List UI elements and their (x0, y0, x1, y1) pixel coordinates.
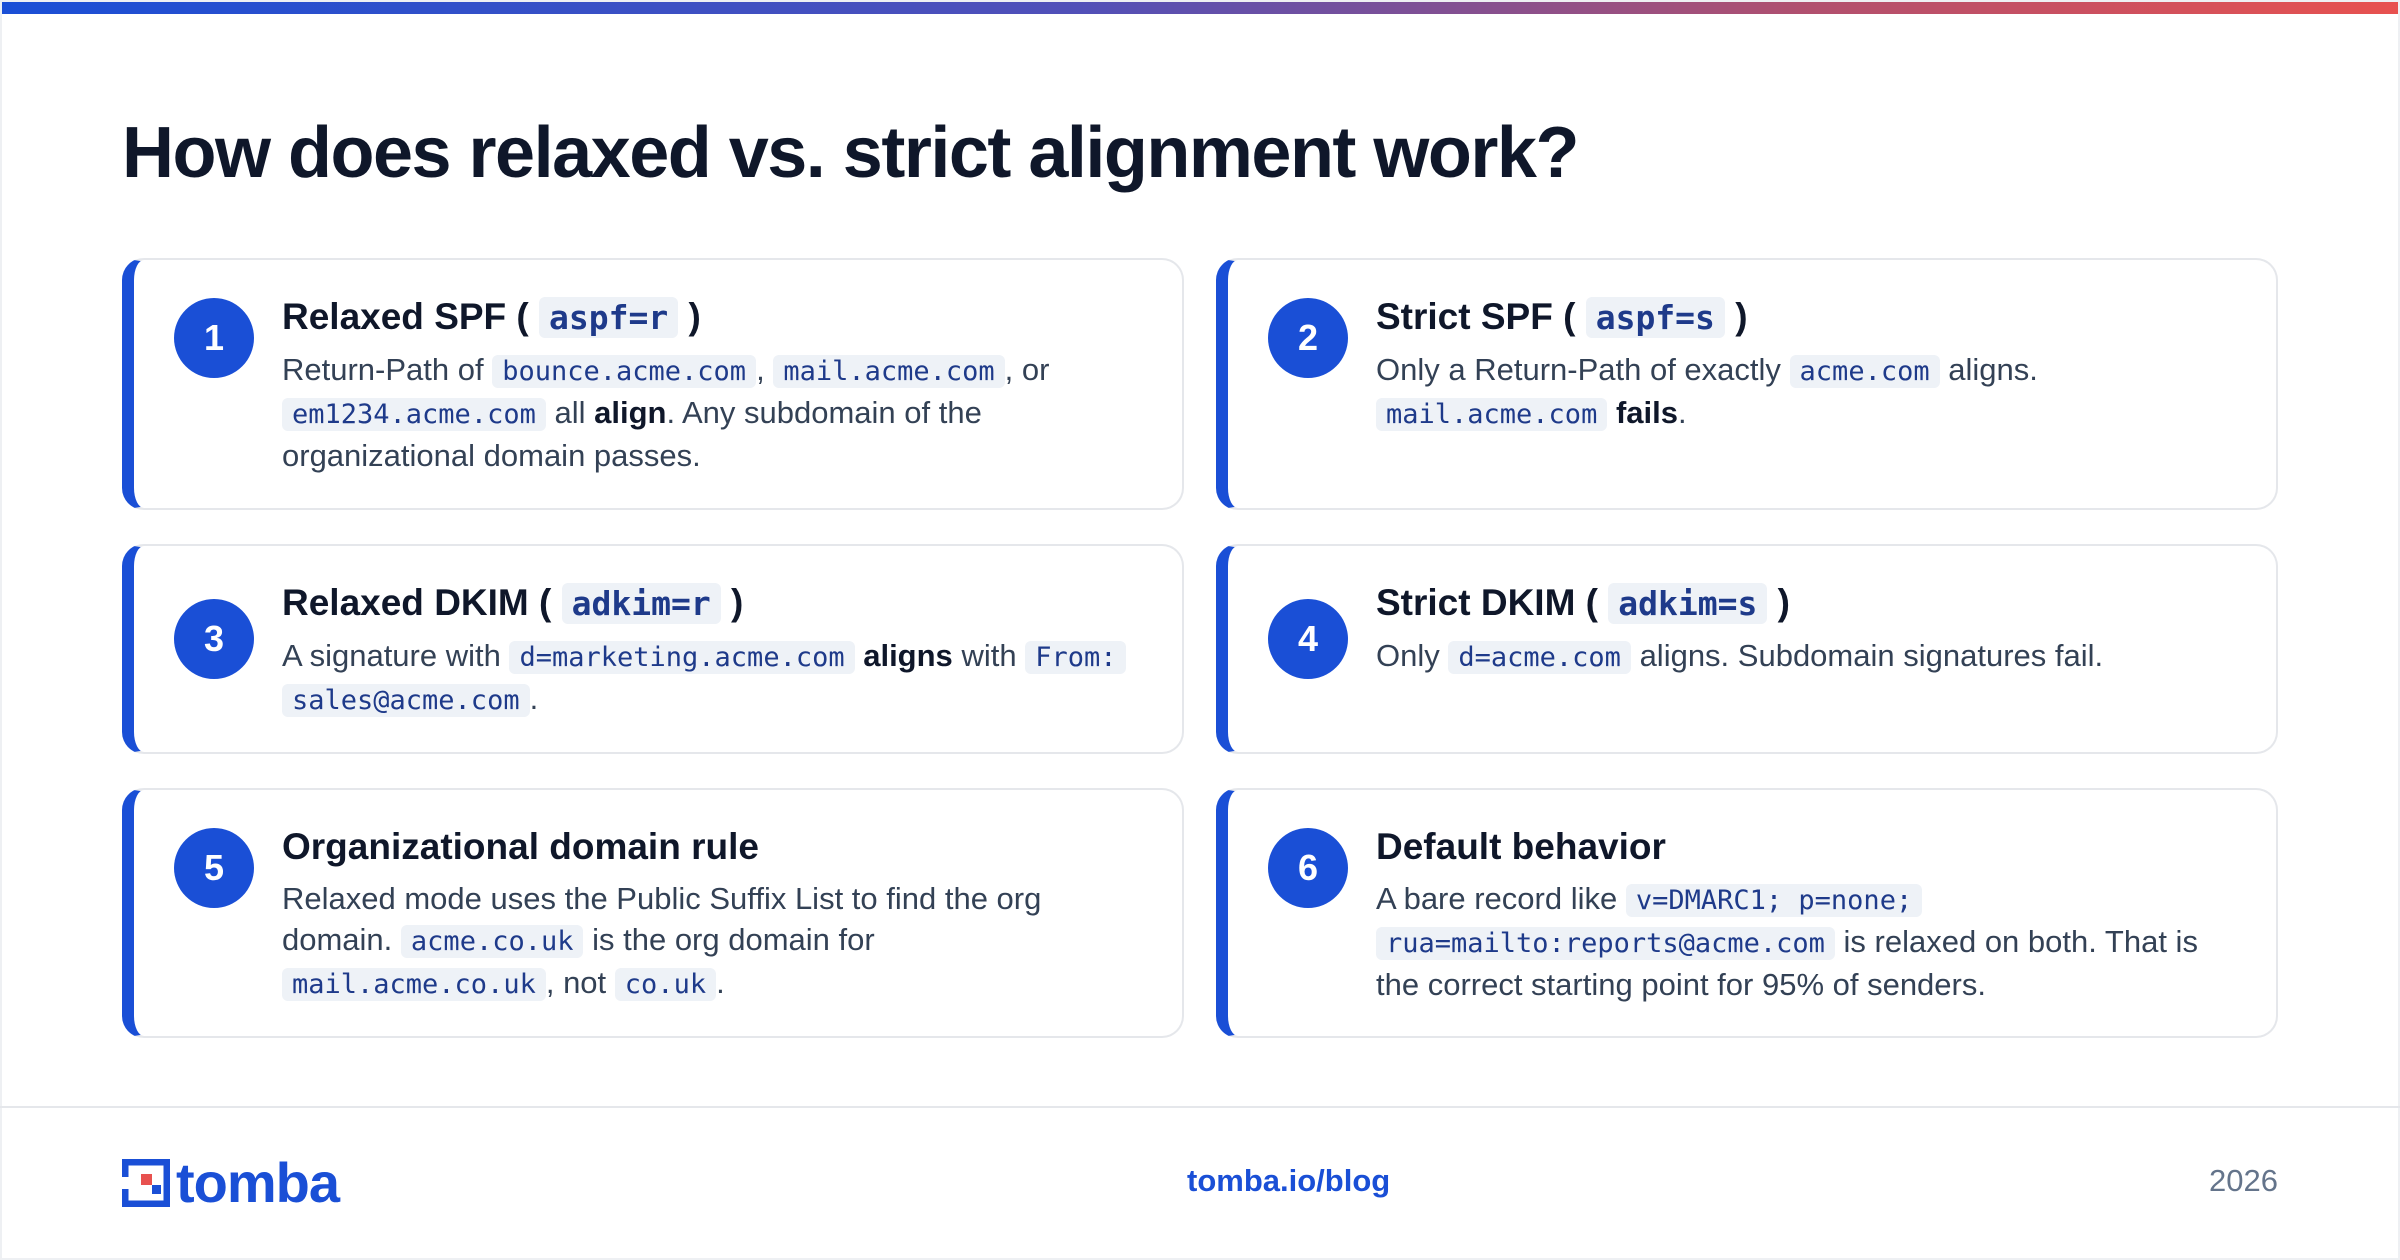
code-snippet: acme.com (1789, 355, 1940, 388)
code-snippet: acme.co.uk (400, 925, 584, 958)
card-body: Organizational domain rule Relaxed mode … (282, 822, 1146, 1005)
card-title-text: Strict SPF ( (1376, 296, 1576, 337)
bold-fragment: aligns (863, 638, 953, 673)
card-title-code: adkim=s (1608, 583, 1768, 624)
blog-url-link[interactable]: tomba.io/blog (1187, 1163, 1390, 1199)
tomba-logo-icon (122, 1159, 170, 1207)
step-number-badge: 3 (174, 599, 254, 679)
card-description: Only d=acme.com aligns. Subdomain signat… (1376, 635, 2240, 678)
card-strict-spf: 2 Strict SPF ( aspf=s ) Only a Return-Pa… (1216, 258, 2278, 510)
card-description: A signature with d=marketing.acme.com al… (282, 635, 1146, 721)
text-fragment: Only (1376, 638, 1440, 673)
card-title-code: aspf=s (1585, 297, 1725, 338)
code-snippet: em1234.acme.com (282, 398, 546, 431)
text-fragment: , or (1004, 352, 1050, 387)
card-title-end: ) (1777, 582, 1790, 623)
text-fragment: Return-Path of (282, 352, 484, 387)
code-snippet: bounce.acme.com (492, 355, 757, 388)
card-description: A bare record like v=DMARC1; p=none; rua… (1376, 878, 2240, 1005)
card-title-end: ) (688, 296, 701, 337)
code-snippet: sales@acme.com (282, 684, 530, 717)
code-snippet: From: (1025, 641, 1127, 674)
footer-divider (0, 1106, 2400, 1108)
page: How does relaxed vs. strict alignment wo… (0, 0, 2400, 1260)
text-fragment: aligns. Subdomain signatures fail. (1639, 638, 2104, 673)
card-title-text: Strict DKIM ( (1376, 582, 1598, 623)
card-body: Strict DKIM ( adkim=s ) Only d=acme.com … (1376, 578, 2240, 678)
card-title-code: aspf=r (539, 297, 679, 338)
text-fragment: . (1677, 395, 1687, 430)
text-fragment: . (529, 681, 539, 716)
card-title: Default behavior (1376, 826, 1666, 867)
text-fragment: A signature with (282, 638, 501, 673)
code-snippet: d=marketing.acme.com (509, 641, 855, 674)
card-description: Only a Return-Path of exactly acme.com a… (1376, 349, 2240, 435)
card-default-behavior: 6 Default behavior A bare record like v=… (1216, 788, 2278, 1038)
page-title: How does relaxed vs. strict alignment wo… (122, 113, 1579, 193)
footer-year: 2026 (2209, 1163, 2278, 1198)
card-title-end: ) (1735, 296, 1748, 337)
card-title: Relaxed SPF ( aspf=r ) (282, 292, 1146, 343)
card-title: Organizational domain rule (282, 826, 759, 867)
text-fragment: A bare record like (1376, 881, 1618, 916)
card-description: Return-Path of bounce.acme.com, mail.acm… (282, 349, 1146, 476)
card-title: Strict SPF ( aspf=s ) (1376, 292, 2240, 343)
card-title: Strict DKIM ( adkim=s ) (1376, 578, 2240, 629)
text-fragment: aligns. (1948, 352, 2038, 387)
card-relaxed-dkim: 3 Relaxed DKIM ( adkim=r ) A signature w… (122, 544, 1184, 754)
card-description: Relaxed mode uses the Public Suffix List… (282, 878, 1146, 1005)
card-body: Strict SPF ( aspf=s ) Only a Return-Path… (1376, 292, 2240, 435)
card-title-text: Relaxed SPF ( (282, 296, 529, 337)
step-number-badge: 5 (174, 828, 254, 908)
card-org-domain-rule: 5 Organizational domain rule Relaxed mod… (122, 788, 1184, 1038)
top-gradient-bar (0, 0, 2400, 14)
card-body: Default behavior A bare record like v=DM… (1376, 822, 2240, 1005)
step-number-badge: 6 (1268, 828, 1348, 908)
code-snippet: co.uk (614, 968, 717, 1001)
text-fragment: all (554, 395, 586, 430)
code-snippet: mail.acme.co.uk (282, 968, 546, 1001)
card-title: Relaxed DKIM ( adkim=r ) (282, 578, 1146, 629)
tomba-logo[interactable]: tomba (122, 1151, 340, 1214)
code-snippet: d=acme.com (1448, 641, 1631, 674)
bold-fragment: align (594, 395, 667, 430)
card-title-code: adkim=r (561, 583, 721, 624)
text-fragment: , not (545, 965, 607, 1000)
card-strict-dkim: 4 Strict DKIM ( adkim=s ) Only d=acme.co… (1216, 544, 2278, 754)
step-number-badge: 2 (1268, 298, 1348, 378)
card-title-end: ) (730, 582, 744, 623)
step-number-badge: 4 (1268, 599, 1348, 679)
card-relaxed-spf: 1 Relaxed SPF ( aspf=r ) Return-Path of … (122, 258, 1184, 510)
code-snippet: mail.acme.com (1376, 398, 1608, 431)
card-title-text: Relaxed DKIM ( (282, 582, 552, 623)
step-number-badge: 1 (174, 298, 254, 378)
logo-wordmark: tomba (176, 1151, 340, 1214)
code-snippet: mail.acme.com (773, 355, 1005, 388)
text-fragment: . (716, 965, 725, 1000)
text-fragment: is the org domain for (592, 922, 875, 957)
text-fragment: , (756, 352, 765, 387)
code-snippet: rua=mailto:reports@acme.com (1376, 927, 1835, 960)
card-body: Relaxed SPF ( aspf=r ) Return-Path of bo… (282, 292, 1146, 476)
code-snippet: v=DMARC1; p=none; (1625, 884, 1923, 917)
bold-fragment: fails (1615, 395, 1678, 430)
cards-grid: 1 Relaxed SPF ( aspf=r ) Return-Path of … (122, 258, 2278, 1038)
card-body: Relaxed DKIM ( adkim=r ) A signature wit… (282, 578, 1146, 721)
text-fragment: Only a Return-Path of exactly (1376, 352, 1781, 387)
text-fragment: with (961, 638, 1017, 673)
